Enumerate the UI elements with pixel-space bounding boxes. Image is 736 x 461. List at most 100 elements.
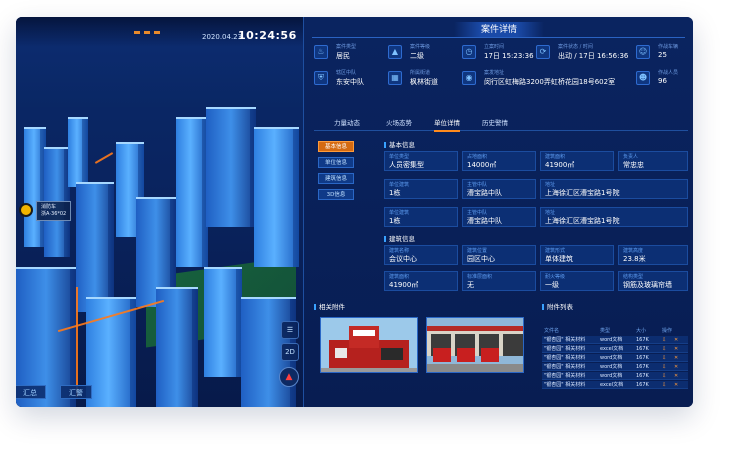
field-team: 主管中队 漕宝路中队 bbox=[462, 179, 536, 199]
info-vehicles: ☺ 作战车辆 25 bbox=[636, 43, 688, 63]
user-icon: ☺ bbox=[636, 45, 650, 59]
field-value: 会议中心 bbox=[389, 255, 417, 263]
field-value: 无 bbox=[467, 281, 474, 289]
file-row[interactable]: "银杏园" 相关材料 excel文档 167K ⇩ ✕ bbox=[542, 345, 688, 353]
panel-title: 案件详情 bbox=[454, 22, 544, 38]
download-icon[interactable]: ⇩ bbox=[662, 363, 666, 371]
map-road bbox=[76, 287, 78, 397]
map-date: 2020.04.23 bbox=[202, 33, 243, 41]
fire-station-image bbox=[321, 318, 417, 372]
field-label: 负责人 bbox=[623, 154, 639, 160]
tab-unit-details[interactable]: 单位详情 bbox=[434, 117, 460, 132]
delete-icon[interactable]: ✕ bbox=[674, 381, 678, 389]
fire-truck-marker-icon[interactable] bbox=[19, 203, 33, 217]
field-value: 钢筋及玻璃帘墙 bbox=[623, 281, 672, 289]
file-size: 167K bbox=[636, 382, 649, 388]
side-button-basic[interactable]: 基本信息 bbox=[318, 141, 354, 152]
info-label: 作战车辆 bbox=[658, 44, 679, 50]
map-building bbox=[156, 287, 198, 407]
file-name: "银杏园" 相关材料 bbox=[544, 355, 586, 361]
compass-icon[interactable]: ▲ bbox=[279, 367, 299, 387]
city-3d-map[interactable]: 2020.04.23 10:24:56 消防车 浙A·36*02 ☰ 2D ▲ … bbox=[16, 17, 303, 407]
delete-icon[interactable]: ✕ bbox=[674, 354, 678, 362]
field-team: 主管中队 漕宝路中队 bbox=[462, 207, 536, 227]
delete-icon[interactable]: ✕ bbox=[674, 372, 678, 380]
file-row[interactable]: "银杏园" 相关材料 excel文档 167K ⇩ ✕ bbox=[542, 381, 688, 389]
field-value: 园区中心 bbox=[467, 255, 495, 263]
file-row[interactable]: "银杏园" 相关材料 word文档 167K ⇩ ✕ bbox=[542, 354, 688, 362]
section-title-photos: 相关附件 bbox=[314, 301, 345, 311]
case-detail-panel: 案件详情 ♨ 案件类型 居民 ▲ 案件等级 二级 ◷ 立案时间 17日 15:2… bbox=[303, 17, 693, 407]
bottom-tab-alerts[interactable]: 汇警 bbox=[60, 385, 92, 399]
delete-icon[interactable]: ✕ bbox=[674, 336, 678, 344]
download-icon[interactable]: ⇩ bbox=[662, 336, 666, 344]
tab-history-alerts[interactable]: 历史警情 bbox=[482, 117, 508, 127]
info-label: 案件类型 bbox=[336, 44, 357, 50]
section-title-building: 建筑信息 bbox=[384, 233, 415, 243]
file-row[interactable]: "银杏园" 相关材料 word文档 167K ⇩ ✕ bbox=[542, 372, 688, 380]
bottom-tab-summary[interactable]: 汇总 bbox=[16, 385, 46, 399]
field-unit-buildings: 单位建筑 1栋 bbox=[384, 207, 458, 227]
map-building bbox=[86, 297, 136, 407]
side-button-3d[interactable]: 3D信息 bbox=[318, 189, 354, 200]
info-case-type: ♨ 案件类型 居民 bbox=[314, 43, 386, 63]
field-fire-rating: 耐火等级 一级 bbox=[540, 271, 614, 291]
tab-fire-situation[interactable]: 火场态势 bbox=[386, 117, 412, 127]
map-building bbox=[206, 107, 256, 227]
download-icon[interactable]: ⇩ bbox=[662, 354, 666, 362]
field-label: 主管中队 bbox=[467, 182, 488, 188]
field-unit-type: 单位类型 人员密集型 bbox=[384, 151, 458, 171]
file-row[interactable]: "银杏园" 相关材料 word文档 167K ⇩ ✕ bbox=[542, 336, 688, 344]
info-label: 案发地址 bbox=[484, 70, 505, 76]
section-title-files: 附件列表 bbox=[542, 301, 573, 311]
side-button-building[interactable]: 建筑信息 bbox=[318, 173, 354, 184]
field-unit-buildings: 单位建筑 1栋 bbox=[384, 179, 458, 199]
map-indicator-dots bbox=[134, 31, 160, 34]
file-row[interactable]: "银杏园" 相关材料 word文档 167K ⇩ ✕ bbox=[542, 363, 688, 371]
download-icon[interactable]: ⇩ bbox=[662, 381, 666, 389]
download-icon[interactable]: ⇩ bbox=[662, 372, 666, 380]
file-col-size: 大小 bbox=[636, 328, 647, 334]
field-value: 41900㎡ bbox=[545, 161, 575, 169]
info-label: 辖区中队 bbox=[336, 70, 357, 76]
field-manager: 负责人 常忠忠 bbox=[618, 151, 688, 171]
field-value: 1栋 bbox=[389, 217, 401, 225]
info-label: 所属街道 bbox=[410, 70, 431, 76]
fire-station-photo-1[interactable] bbox=[320, 317, 418, 373]
shield-icon: ⛨ bbox=[314, 71, 328, 85]
field-label: 地址 bbox=[545, 182, 556, 188]
file-size: 167K bbox=[636, 337, 649, 343]
delete-icon[interactable]: ✕ bbox=[674, 363, 678, 371]
info-value: 出动 / 17日 16:56:36 bbox=[558, 52, 629, 60]
field-building-form: 建筑形式 单体建筑 bbox=[540, 245, 614, 265]
fire-station-photo-2[interactable] bbox=[426, 317, 524, 373]
map-building bbox=[24, 127, 46, 247]
tooltip-title: 消防车 bbox=[41, 204, 57, 210]
info-label: 作战人员 bbox=[658, 70, 679, 76]
info-label: 案件等级 bbox=[410, 44, 431, 50]
file-type: word文档 bbox=[600, 373, 623, 379]
file-type: excel文档 bbox=[600, 346, 624, 352]
delete-icon[interactable]: ✕ bbox=[674, 345, 678, 353]
field-building-area: 建筑面积 41900㎡ bbox=[384, 271, 458, 291]
file-type: word文档 bbox=[600, 364, 623, 370]
info-case-status: ⟳ 案件状态 / 时间 出动 / 17日 16:56:36 bbox=[536, 43, 646, 63]
tab-force-dynamics[interactable]: 力量动态 bbox=[334, 117, 360, 127]
field-value: 上海徐汇区漕宝路1号院 bbox=[545, 189, 620, 197]
file-type: word文档 bbox=[600, 355, 623, 361]
download-icon[interactable]: ⇩ bbox=[662, 345, 666, 353]
map-2d-toggle[interactable]: 2D bbox=[281, 343, 299, 361]
file-col-type: 类型 bbox=[600, 328, 611, 334]
field-value: 41900㎡ bbox=[389, 281, 419, 289]
side-button-unit[interactable]: 单位信息 bbox=[318, 157, 354, 168]
map-clock: 10:24:56 bbox=[238, 29, 297, 42]
field-building-location: 建筑位置 园区中心 bbox=[462, 245, 536, 265]
file-type: word文档 bbox=[600, 337, 623, 343]
field-structure: 结构类型 钢筋及玻璃帘墙 bbox=[618, 271, 688, 291]
info-filed-time: ◷ 立案时间 17日 15:23:36 bbox=[462, 43, 534, 63]
info-label: 案件状态 / 时间 bbox=[558, 44, 593, 50]
field-value: 1栋 bbox=[389, 189, 401, 197]
fire-icon: ♨ bbox=[314, 45, 328, 59]
map-layers-button[interactable]: ☰ bbox=[281, 321, 299, 339]
file-list-header: 文件名 类型 大小 操作 bbox=[542, 327, 688, 335]
